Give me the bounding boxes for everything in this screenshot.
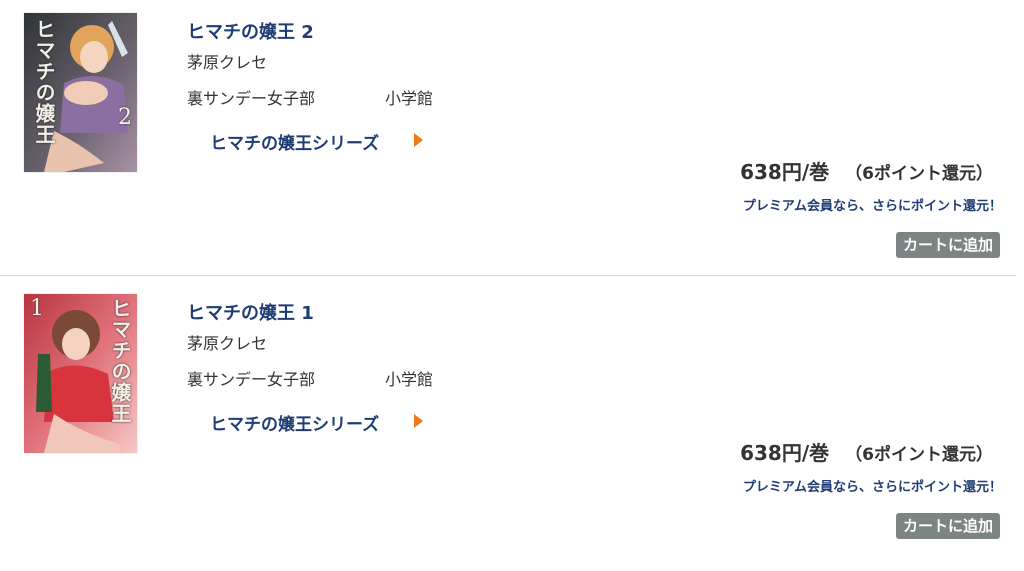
- cover-title-text: ヒマチの嬢王: [108, 298, 132, 424]
- book-cover-image[interactable]: ヒマチの嬢王 1: [24, 294, 137, 453]
- item-divider: [0, 275, 1016, 276]
- premium-notice: プレミアム会員なら、さらにポイント還元！: [742, 480, 1002, 495]
- publisher-link[interactable]: 小学館: [385, 85, 433, 109]
- publisher-link[interactable]: 小学館: [385, 366, 433, 390]
- price-text: 638円/巻: [740, 441, 830, 465]
- book-item: ヒマチの嬢王 1 ヒマチの嬢王 1 茅原クレセ 裏サンデー女子部 小学館 ヒマチ…: [0, 281, 1024, 561]
- book-title-link[interactable]: ヒマチの嬢王 1: [187, 299, 314, 325]
- book-title-link[interactable]: ヒマチの嬢王 2: [187, 18, 314, 44]
- author-link[interactable]: 茅原クレセ: [187, 49, 267, 73]
- points-text: （6ポイント還元）: [845, 445, 993, 465]
- points-text: （6ポイント還元）: [845, 164, 993, 184]
- author-link[interactable]: 茅原クレセ: [187, 330, 267, 354]
- cover-volume-number: 2: [118, 105, 132, 130]
- book-item: ヒマチの嬢王 2 ヒマチの嬢王 2 茅原クレセ 裏サンデー女子部 小学館 ヒマチ…: [0, 0, 1024, 280]
- add-to-cart-button[interactable]: カートに追加: [895, 513, 1000, 539]
- price-info: 638円/巻 （6ポイント還元）: [740, 156, 993, 185]
- cover-title-text: ヒマチの嬢王: [32, 19, 56, 145]
- label-link[interactable]: 裏サンデー女子部: [187, 85, 315, 109]
- price-text: 638円/巻: [740, 160, 830, 184]
- premium-notice: プレミアム会員なら、さらにポイント還元！: [742, 199, 1002, 214]
- chevron-right-icon[interactable]: [414, 133, 423, 147]
- chevron-right-icon[interactable]: [414, 414, 423, 428]
- price-info: 638円/巻 （6ポイント還元）: [740, 437, 993, 466]
- series-link[interactable]: ヒマチの嬢王シリーズ: [210, 129, 379, 154]
- add-to-cart-button[interactable]: カートに追加: [895, 232, 1000, 258]
- cover-volume-number: 1: [30, 296, 44, 321]
- label-link[interactable]: 裏サンデー女子部: [187, 366, 315, 390]
- book-cover-image[interactable]: ヒマチの嬢王 2: [24, 13, 137, 172]
- series-link[interactable]: ヒマチの嬢王シリーズ: [210, 410, 379, 435]
